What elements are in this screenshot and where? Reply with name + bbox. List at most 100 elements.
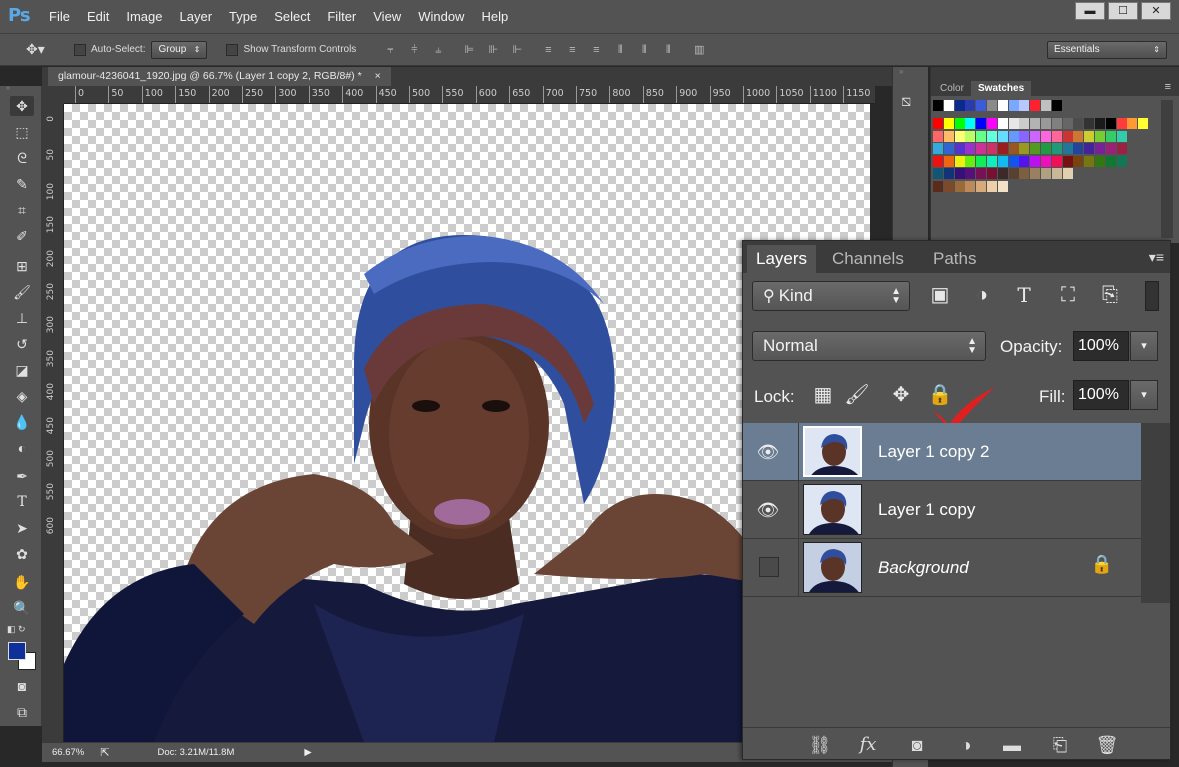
color-swatch[interactable] (933, 143, 943, 154)
color-swatch[interactable] (1008, 130, 1019, 142)
color-swatch[interactable] (1062, 118, 1073, 129)
color-swatch[interactable] (1041, 155, 1051, 167)
toolbar-grip[interactable]: » (6, 85, 36, 92)
type-tool-icon[interactable]: T (10, 492, 34, 512)
menu-window[interactable]: Window (418, 9, 464, 24)
color-swatch[interactable] (1095, 118, 1105, 129)
color-swatch[interactable] (976, 168, 987, 179)
color-swatch[interactable] (1051, 143, 1062, 154)
color-swatch[interactable] (987, 100, 997, 111)
color-swatch[interactable] (1008, 100, 1019, 111)
color-swatch[interactable] (976, 100, 987, 111)
color-swatch[interactable] (1073, 118, 1084, 129)
color-swatch[interactable] (1051, 118, 1062, 129)
layer-name[interactable]: Background (878, 558, 969, 578)
color-swatch[interactable] (976, 143, 987, 154)
color-swatch[interactable] (1030, 168, 1041, 179)
color-swatch[interactable] (997, 118, 1008, 129)
color-swatch[interactable] (965, 100, 976, 111)
color-swatch[interactable] (1051, 130, 1062, 142)
fill-input[interactable]: 100% (1073, 380, 1129, 410)
quick-select-tool-icon[interactable]: ✎ (10, 174, 34, 194)
crop-tool-icon[interactable]: ⌗ (10, 200, 34, 220)
distribute-hcenter-icon[interactable]: ⦀ (637, 43, 651, 57)
color-swatch[interactable] (1105, 118, 1116, 129)
brush-tool-icon[interactable]: 🖌 (10, 282, 34, 302)
color-swatch[interactable] (1051, 100, 1062, 111)
color-swatch[interactable] (1127, 118, 1138, 129)
zoom-level[interactable]: 66.67% (52, 747, 84, 758)
color-swatch[interactable] (965, 168, 976, 179)
dock-collapse-icon[interactable]: » (899, 67, 903, 76)
tab-swatches[interactable]: Swatches (971, 81, 1032, 96)
swatches-scrollbar[interactable] (1161, 100, 1173, 238)
color-swatch[interactable] (954, 118, 965, 129)
color-swatch[interactable] (943, 180, 954, 192)
layer-row[interactable]: 👁 Layer 1 copy (743, 481, 1141, 539)
document-tab[interactable]: glamour-4236041_1920.jpg @ 66.7% (Layer … (48, 67, 391, 86)
color-swatch[interactable] (1041, 118, 1051, 129)
eye-icon[interactable]: 👁 (753, 500, 783, 520)
status-menu-arrow-icon[interactable]: ▶ (304, 747, 311, 758)
eye-icon[interactable]: 👁 (753, 442, 783, 462)
color-swatch[interactable] (1138, 118, 1149, 129)
color-swatch[interactable] (965, 155, 976, 167)
tab-paths[interactable]: Paths (924, 245, 985, 273)
color-swatch[interactable] (943, 155, 954, 167)
color-swatch[interactable] (987, 130, 997, 142)
color-swatch[interactable] (1008, 118, 1019, 129)
color-swatch[interactable] (987, 168, 997, 179)
layers-scrollbar[interactable] (1141, 423, 1170, 603)
color-swatch[interactable] (933, 155, 943, 167)
tab-channels[interactable]: Channels (823, 245, 913, 273)
add-mask-icon[interactable]: ◙ (904, 734, 930, 756)
menu-help[interactable]: Help (481, 9, 508, 24)
color-swatch[interactable] (976, 130, 987, 142)
minimize-button[interactable]: ▬ (1075, 2, 1105, 20)
properties-panel-icon[interactable]: ⧅ (901, 93, 923, 113)
filter-pixel-icon[interactable]: ▣ (927, 283, 953, 307)
filter-shape-icon[interactable]: ⛶ (1055, 283, 1081, 307)
color-swatch[interactable] (1084, 143, 1095, 154)
layer-name[interactable]: Layer 1 copy (878, 500, 975, 520)
menu-edit[interactable]: Edit (87, 9, 109, 24)
distribute-vcenter-icon[interactable]: ≡ (565, 43, 579, 57)
color-swatch[interactable] (1030, 130, 1041, 142)
healing-tool-icon[interactable]: ⊞ (10, 256, 34, 276)
color-swatch[interactable] (1030, 155, 1041, 167)
color-swatch[interactable] (997, 130, 1008, 142)
align-left-icon[interactable]: ⊫ (462, 43, 476, 57)
close-button[interactable]: ✕ (1141, 2, 1171, 20)
color-swatch[interactable] (943, 130, 954, 142)
path-select-tool-icon[interactable]: ➤ (10, 518, 34, 538)
tab-layers[interactable]: Layers (747, 245, 817, 273)
color-swatch[interactable] (1116, 155, 1127, 167)
color-swatch[interactable] (1105, 155, 1116, 167)
color-swatch[interactable] (1041, 168, 1051, 179)
tab-color[interactable]: Color (933, 81, 971, 96)
color-swatch[interactable] (1041, 143, 1051, 154)
color-swatch[interactable] (1019, 143, 1030, 154)
blur-tool-icon[interactable]: 💧 (10, 412, 34, 432)
color-swatch[interactable] (1062, 168, 1073, 179)
color-swatch[interactable] (987, 143, 997, 154)
eyedropper-tool-icon[interactable]: ✐ (10, 226, 34, 246)
move-tool-icon[interactable]: ✥ (10, 96, 34, 116)
color-swatch[interactable] (976, 180, 987, 192)
color-swatch[interactable] (1019, 168, 1030, 179)
filter-kind-dropdown[interactable]: ⚲ Kind ▲ ▼ (752, 281, 910, 311)
filter-type-icon[interactable]: T (1011, 283, 1037, 307)
align-top-icon[interactable]: ⫧ (383, 43, 397, 57)
color-swatch[interactable] (987, 118, 997, 129)
marquee-tool-icon[interactable]: ⬚ (10, 122, 34, 142)
color-swatch[interactable] (1062, 155, 1073, 167)
auto-align-icon[interactable]: ▥ (692, 43, 706, 57)
auto-select-dropdown[interactable]: Group ⇕ (151, 40, 208, 59)
align-bottom-icon[interactable]: ⫨ (431, 43, 445, 57)
distribute-top-icon[interactable]: ≡ (541, 43, 555, 57)
color-swatch[interactable] (997, 143, 1008, 154)
color-swatch[interactable] (1019, 100, 1030, 111)
color-swatch[interactable] (933, 100, 943, 111)
filter-smart-object-icon[interactable]: ⎘ (1097, 283, 1123, 307)
show-transform-checkbox[interactable] (226, 43, 239, 56)
